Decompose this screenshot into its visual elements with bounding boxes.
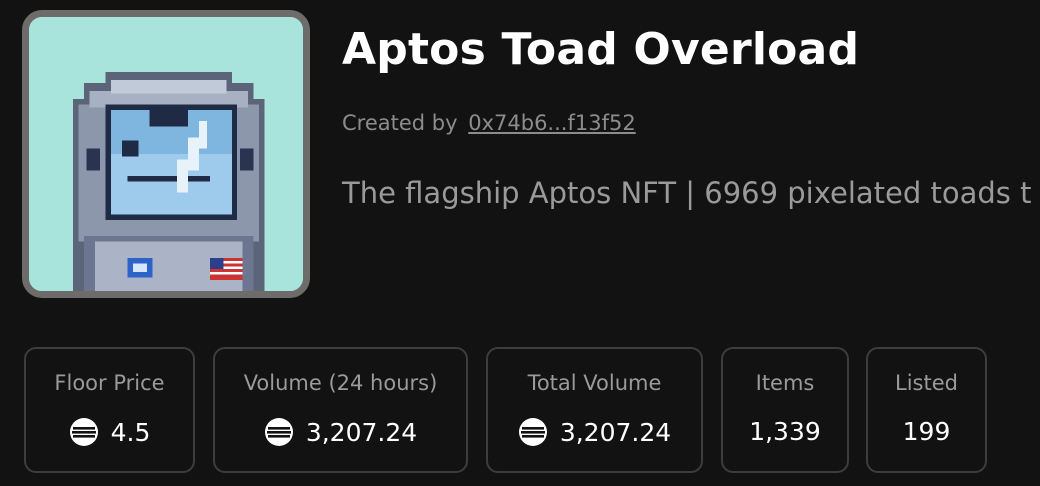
stat-value: 3,207.24 <box>559 417 672 447</box>
aptos-coin-icon <box>69 417 99 447</box>
stat-value: 1,339 <box>749 417 821 446</box>
collection-description: The flagship Aptos NFT | 6969 pixelated … <box>342 176 1032 210</box>
creator-address-link[interactable]: 0x74b6...f13f52 <box>468 111 635 135</box>
collection-header-page: Aptos Toad Overload Created by 0x74b6...… <box>0 0 1040 486</box>
stat-value: 199 <box>902 417 951 446</box>
stat-value: 3,207.24 <box>305 417 418 447</box>
stat-value-row: 4.5 <box>69 417 151 447</box>
collection-title: Aptos Toad Overload <box>342 24 860 75</box>
stat-label: Items <box>755 371 815 395</box>
stat-value-row: 3,207.24 <box>264 417 417 447</box>
stat-value-row: 1,339 <box>749 417 821 446</box>
aptos-coin-icon <box>518 417 548 447</box>
stat-label: Floor Price <box>54 371 165 395</box>
stat-label: Volume (24 hours) <box>243 371 438 395</box>
stat-card-listed: Listed 199 <box>866 347 987 473</box>
stat-card-volume-24h: Volume (24 hours) 3,207.24 <box>213 347 468 473</box>
stat-label: Total Volume <box>527 371 662 395</box>
creator-line: Created by 0x74b6...f13f52 <box>342 111 636 135</box>
stat-card-floor-price: Floor Price 4.5 <box>24 347 195 473</box>
stat-value-row: 199 <box>903 417 951 446</box>
stat-label: Listed <box>895 371 958 395</box>
collection-avatar <box>22 10 310 298</box>
stat-value-row: 3,207.24 <box>518 417 671 447</box>
stat-card-total-volume: Total Volume 3,207.24 <box>486 347 703 473</box>
stat-value: 4.5 <box>110 417 151 447</box>
stat-card-items: Items 1,339 <box>721 347 849 473</box>
created-by-label: Created by <box>342 111 458 135</box>
astronaut-toad-icon <box>29 17 303 291</box>
aptos-coin-icon <box>264 417 294 447</box>
